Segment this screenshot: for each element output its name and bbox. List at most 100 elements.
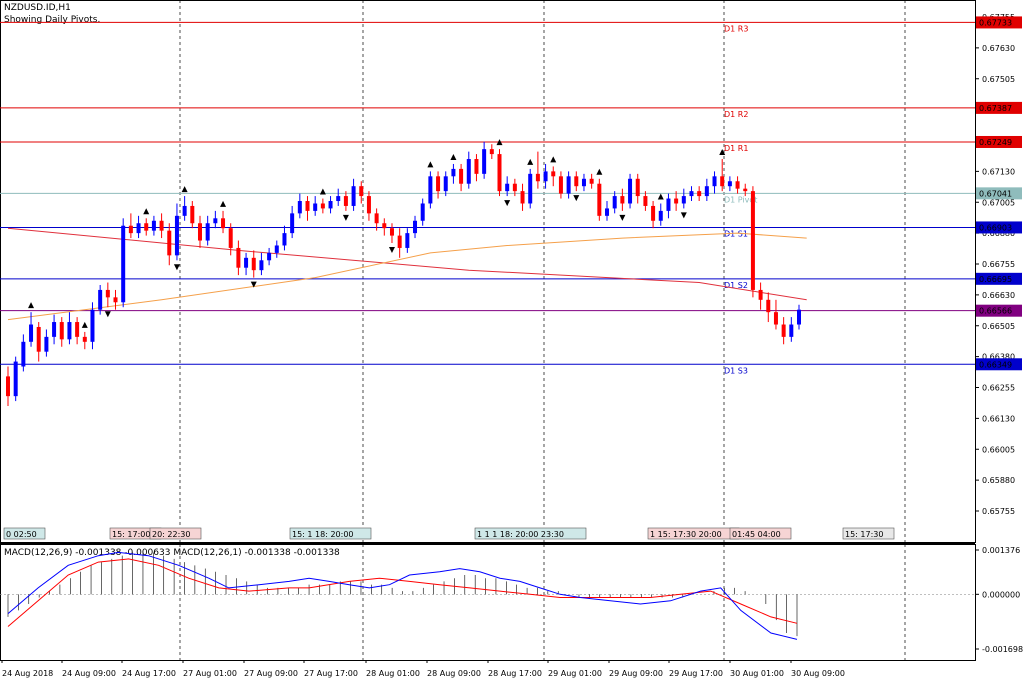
y-axis-tick-label: 0.66755 xyxy=(982,260,1015,269)
y-axis-tick-label: 0.67630 xyxy=(982,44,1015,53)
y-axis-tick-label: 0.67505 xyxy=(982,75,1015,84)
session-time-label: 20: 22:30 xyxy=(152,530,190,539)
candle-body xyxy=(528,173,533,204)
candle-body xyxy=(105,289,110,298)
candle-body xyxy=(297,201,302,214)
x-axis-tick-label: 29 Aug 01:00 xyxy=(548,669,602,678)
candle-body xyxy=(797,309,801,325)
candle-body xyxy=(167,230,172,256)
fractal-up-marker xyxy=(181,186,188,193)
candle-body xyxy=(213,218,218,224)
macd-axis-tick-label: 0.000000 xyxy=(982,590,1020,599)
candle-body xyxy=(681,196,686,204)
candle-body xyxy=(605,208,610,216)
fractal-up-marker xyxy=(319,188,326,195)
x-axis-tick-label: 24 Aug 17:00 xyxy=(122,669,176,678)
candle-body xyxy=(558,176,563,194)
y-axis-tick-label: 0.66255 xyxy=(982,384,1015,393)
candle-body xyxy=(405,233,410,248)
y-axis-tick-label: 0.66130 xyxy=(982,414,1015,423)
fractal-up-marker xyxy=(28,302,35,309)
candle-body xyxy=(52,322,57,337)
candle-body xyxy=(658,210,663,221)
fractal-up-marker xyxy=(596,168,603,175)
candle-body xyxy=(228,228,233,248)
candle-body xyxy=(6,376,10,397)
candle-body xyxy=(643,196,648,206)
candle-body xyxy=(29,324,34,342)
candle-body xyxy=(413,220,418,234)
candle-body xyxy=(428,176,433,204)
candle-body xyxy=(82,336,87,342)
session-time-label: 15: 17:00 xyxy=(112,530,150,539)
x-axis-tick-label: 27 Aug 09:00 xyxy=(244,669,298,678)
current-price-tag-label: 0.66566 xyxy=(979,307,1012,316)
session-time-label: 0 02:50 xyxy=(6,530,37,539)
candle-body xyxy=(221,218,226,229)
candle-body xyxy=(121,225,126,303)
x-axis-tick-label: 28 Aug 01:00 xyxy=(366,669,420,678)
y-axis-tick-label: 0.66630 xyxy=(982,291,1015,300)
pivot-price-tag-label: 0.67733 xyxy=(979,18,1012,27)
candle-body xyxy=(474,159,479,174)
candle-body xyxy=(159,220,164,231)
candle-body xyxy=(781,324,786,337)
candle-body xyxy=(313,203,318,211)
candle-body xyxy=(635,178,640,197)
fractal-up-marker xyxy=(220,200,227,207)
candle-body xyxy=(451,168,456,177)
candle-body xyxy=(290,213,295,234)
candle-body xyxy=(743,188,748,192)
pivot-price-tag-label: 0.66903 xyxy=(979,223,1012,232)
candle-body xyxy=(512,183,517,192)
candle-body xyxy=(59,322,64,340)
x-axis-tick-label: 30 Aug 01:00 xyxy=(730,669,784,678)
candle-body xyxy=(505,183,510,192)
price-chart[interactable]: 0.677550.676300.675050.673800.672550.671… xyxy=(0,0,1024,683)
candle-body xyxy=(489,149,494,155)
x-axis-tick-label: 27 Aug 01:00 xyxy=(183,669,237,678)
fractal-down-marker xyxy=(619,214,626,221)
candle-body xyxy=(236,247,241,268)
candle-body xyxy=(697,191,702,197)
fractal-up-marker xyxy=(657,193,664,200)
candle-body xyxy=(620,196,625,204)
candle-body xyxy=(397,235,402,248)
x-axis-tick-label: 27 Aug 17:00 xyxy=(304,669,358,678)
session-time-label: 1 15: 17:30 20:00 xyxy=(650,530,722,539)
y-axis-tick-label: 0.66005 xyxy=(982,445,1015,454)
pivot-price-tag-label: 0.66349 xyxy=(979,360,1012,369)
candle-body xyxy=(205,223,210,241)
candle-body xyxy=(766,299,771,313)
candle-body xyxy=(366,196,371,214)
candle-body xyxy=(735,181,740,189)
candle-body xyxy=(113,297,118,303)
x-axis-tick-label: 28 Aug 09:00 xyxy=(427,669,481,678)
x-axis-tick-label: 24 Aug 09:00 xyxy=(62,669,116,678)
candle-body xyxy=(666,198,671,211)
fractal-down-marker xyxy=(573,195,580,202)
y-axis-tick-label: 0.65880 xyxy=(982,476,1015,485)
candle-body xyxy=(75,322,80,337)
pivot-price-tag-label: 0.67041 xyxy=(979,189,1012,198)
session-time-label: 15: 17:30 xyxy=(845,530,883,539)
candle-body xyxy=(436,176,441,192)
pivot-line-label: D1 R2 xyxy=(724,110,748,119)
y-axis-tick-label: 0.66505 xyxy=(982,322,1015,331)
candle-body xyxy=(459,168,464,184)
candle-body xyxy=(251,257,256,271)
candle-body xyxy=(704,186,709,197)
candle-body xyxy=(336,196,341,202)
x-axis-tick-label: 24 Aug 2018 xyxy=(2,669,53,678)
candle-body xyxy=(466,159,471,184)
y-axis-tick-label: 0.65755 xyxy=(982,507,1015,516)
pivot-line-label: D1 S3 xyxy=(724,366,748,375)
candle-body xyxy=(151,220,156,231)
macd-axis-tick-label: -0.001698 xyxy=(982,645,1023,654)
y-axis-tick-label: 0.67005 xyxy=(982,198,1015,207)
fractal-up-marker xyxy=(527,158,534,165)
candle-body xyxy=(305,201,310,211)
candle-body xyxy=(328,201,333,209)
candle-body xyxy=(389,228,394,236)
candle-body xyxy=(90,309,95,342)
